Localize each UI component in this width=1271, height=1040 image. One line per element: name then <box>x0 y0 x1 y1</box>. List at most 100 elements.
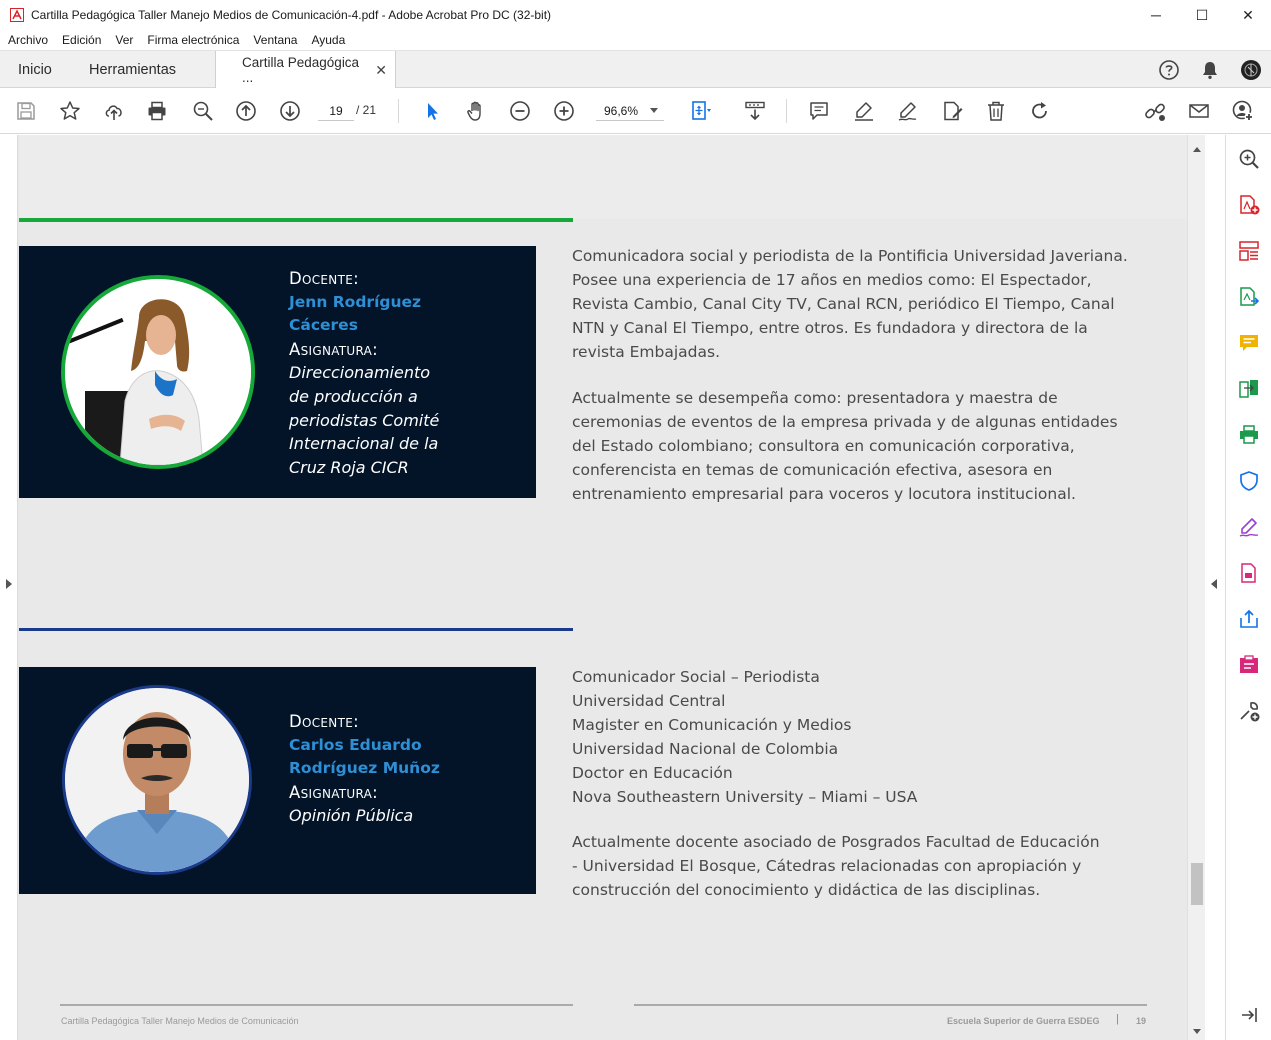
profile-photo-1 <box>61 275 255 469</box>
docente-name-line1: Jenn Rodríguez <box>289 292 422 311</box>
tab-close-icon[interactable]: ✕ <box>375 62 387 79</box>
help-icon[interactable] <box>1148 59 1189 81</box>
email-icon[interactable] <box>1186 98 1212 124</box>
toolbar-divider <box>786 99 787 123</box>
docente-name-line2: Cáceres <box>289 316 358 335</box>
footer-rule-right <box>634 1004 1147 1006</box>
scroll-up-icon[interactable] <box>1193 147 1201 152</box>
print-production-icon[interactable] <box>1237 423 1261 447</box>
scrollbar-thumb[interactable] <box>1191 863 1203 905</box>
footer-separator: | <box>1116 1013 1119 1025</box>
comment-icon[interactable] <box>806 98 832 124</box>
right-pane-toggle[interactable] <box>1205 135 1225 1040</box>
tab-herramientas-label: Herramientas <box>89 61 177 78</box>
zoom-level-select[interactable]: 96,6% <box>596 101 664 121</box>
subject-line: Cruz Roja CICR <box>289 457 409 477</box>
footer-rule-left <box>60 1004 573 1006</box>
pdf-page: Docente: Jenn Rodríguez Cáceres Asignatu… <box>19 135 1187 1040</box>
protect-shield-icon[interactable] <box>1237 469 1261 493</box>
bio-2-paragraph-1: Comunicador Social – Periodista Universi… <box>572 665 1152 809</box>
tools-pane <box>1225 135 1271 1040</box>
fit-page-icon[interactable] <box>688 98 714 124</box>
maximize-button[interactable]: ☐ <box>1179 0 1225 30</box>
more-tools-icon[interactable] <box>1237 699 1261 723</box>
subject-line: periodistas Comité <box>289 410 440 430</box>
select-arrow-icon[interactable] <box>419 98 445 124</box>
collapse-pane-icon[interactable] <box>1237 1003 1261 1027</box>
asignatura-label: Asignatura: <box>289 339 379 359</box>
tab-document[interactable]: Cartilla Pedagógica ... ✕ <box>215 51 396 89</box>
expand-left-pane-icon <box>6 579 12 589</box>
collapse-right-pane-arrow-icon <box>1211 579 1217 589</box>
menu-firma-electronica[interactable]: Firma electrónica <box>147 33 239 47</box>
redact-icon[interactable] <box>1237 653 1261 677</box>
organize-pages-icon[interactable] <box>1237 239 1261 263</box>
page-total-label: / 21 <box>356 103 377 117</box>
bio-text: Comunicadora social y periodista de la P… <box>572 247 1128 361</box>
page-number-input[interactable]: 19 <box>318 101 354 121</box>
window-titlebar: Cartilla Pedagógica Taller Manejo Medios… <box>0 0 1271 30</box>
footer-institution: Escuela Superior de Guerra ESDEG <box>947 1016 1100 1026</box>
add-user-icon[interactable] <box>1230 98 1256 124</box>
bio-text: Actualmente se desempeña como: presentad… <box>572 389 1118 503</box>
notifications-bell-icon[interactable] <box>1189 60 1230 80</box>
tab-herramientas[interactable]: Herramientas <box>89 51 176 88</box>
document-viewer[interactable]: Docente: Jenn Rodríguez Cáceres Asignatu… <box>0 135 1225 1040</box>
page-up-icon[interactable] <box>233 98 259 124</box>
close-window-button[interactable]: ✕ <box>1225 0 1271 30</box>
upload-cloud-icon[interactable] <box>101 98 127 124</box>
compare-icon[interactable] <box>1237 377 1261 401</box>
delete-icon[interactable] <box>983 98 1009 124</box>
export-pdf-icon[interactable] <box>1237 285 1261 309</box>
footer-page-number: 19 <box>1136 1016 1147 1026</box>
window-title: Cartilla Pedagógica Taller Manejo Medios… <box>31 8 552 22</box>
left-pane-toggle[interactable] <box>0 135 18 1040</box>
main-toolbar: 19 / 21 96,6% <box>0 88 1271 134</box>
bookmark-star-icon[interactable] <box>57 98 83 124</box>
footer-document-title: Cartilla Pedagógica Taller Manejo Medios… <box>61 1016 299 1026</box>
zoom-out-icon[interactable] <box>507 98 533 124</box>
menu-ver[interactable]: Ver <box>115 33 133 47</box>
zoom-in-icon[interactable] <box>551 98 577 124</box>
create-pdf-icon[interactable] <box>1237 193 1261 217</box>
share-link-icon[interactable] <box>1142 98 1168 124</box>
menu-edicion[interactable]: Edición <box>62 33 101 47</box>
docente-name-line2: Rodríguez Muñoz <box>289 759 440 778</box>
page-down-icon[interactable] <box>277 98 303 124</box>
docente-name-line1: Carlos Eduardo <box>289 735 422 754</box>
edit-pdf-icon[interactable] <box>1237 561 1261 585</box>
menu-archivo[interactable]: Archivo <box>8 33 48 47</box>
profile-card-2: Docente: Carlos Eduardo Rodríguez Muñoz … <box>19 667 536 894</box>
print-icon[interactable] <box>144 98 170 124</box>
save-icon[interactable] <box>13 98 39 124</box>
subject-line: de producción a <box>289 386 418 406</box>
fill-sign-icon[interactable] <box>1237 515 1261 539</box>
menu-ayuda[interactable]: Ayuda <box>311 33 345 47</box>
search-zoom-icon[interactable] <box>1237 147 1261 171</box>
share-icon[interactable] <box>1237 607 1261 631</box>
page-top-margin <box>19 135 1187 219</box>
hand-icon[interactable] <box>463 98 489 124</box>
tab-inicio[interactable]: Inicio <box>18 51 52 88</box>
zoom-search-icon[interactable] <box>190 98 216 124</box>
menu-ventana[interactable]: Ventana <box>253 33 297 47</box>
bio-1-paragraph-1: Comunicadora social y periodista de la P… <box>572 244 1152 364</box>
profile-card-1-text: Docente: Jenn Rodríguez Cáceres Asignatu… <box>289 267 439 479</box>
comment-tool-icon[interactable] <box>1237 331 1261 355</box>
section-rule-blue <box>19 628 573 631</box>
vertical-scrollbar[interactable] <box>1187 135 1205 1040</box>
scroll-down-icon[interactable] <box>1193 1029 1201 1034</box>
profile-card-1: Docente: Jenn Rodríguez Cáceres Asignatu… <box>19 246 536 498</box>
avatar[interactable] <box>1230 59 1271 81</box>
bio-1-paragraph-2: Actualmente se desempeña como: presentad… <box>572 386 1152 506</box>
sign-pen-icon[interactable] <box>895 98 921 124</box>
highlight-icon[interactable] <box>851 98 877 124</box>
rotate-icon[interactable] <box>1027 98 1053 124</box>
edit-redact-icon[interactable] <box>939 98 965 124</box>
toolbar-divider <box>398 99 399 123</box>
docente-label: Docente: <box>289 269 359 288</box>
scroll-mode-icon[interactable] <box>742 98 768 124</box>
tab-bar: Inicio Herramientas Cartilla Pedagógica … <box>0 51 1271 89</box>
bio-text: Actualmente docente asociado de Posgrado… <box>572 833 1100 899</box>
minimize-button[interactable]: ─ <box>1133 0 1179 30</box>
